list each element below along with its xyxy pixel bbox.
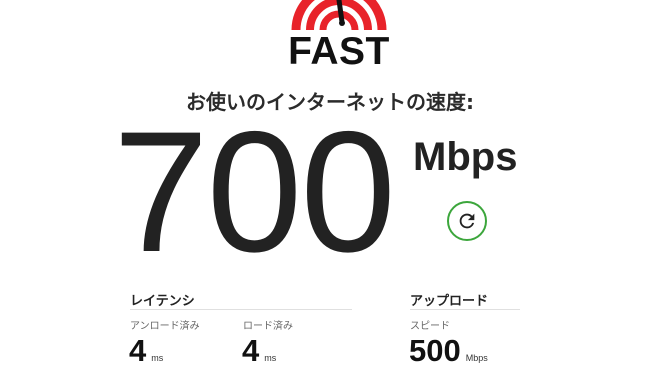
upload-speed-unit: Mbps xyxy=(465,353,488,363)
upload-speed-value: 500 xyxy=(409,333,461,368)
loaded-latency-metric: 4 ms xyxy=(242,333,276,369)
refresh-button[interactable] xyxy=(447,201,487,241)
latency-divider xyxy=(130,309,352,310)
upload-divider xyxy=(410,309,520,310)
loaded-latency-value: 4 xyxy=(242,333,260,368)
loaded-latency-label: ロード済み xyxy=(243,321,293,332)
unloaded-latency-value: 4 xyxy=(129,333,147,368)
speed-unit: Mbps xyxy=(413,135,518,179)
logo-text: FAST xyxy=(288,30,390,73)
latency-title: レイテンシ xyxy=(130,294,195,309)
loaded-latency-unit: ms xyxy=(264,353,277,363)
unloaded-latency-label: アンロード済み xyxy=(130,321,200,332)
unloaded-latency-unit: ms xyxy=(151,353,164,363)
unloaded-latency-metric: 4 ms xyxy=(129,333,163,369)
upload-speed-label: スピード xyxy=(410,321,450,332)
upload-speed-metric: 500 Mbps xyxy=(409,333,488,369)
refresh-icon xyxy=(459,213,475,229)
speed-value: 700 xyxy=(113,96,396,288)
upload-title: アップロード xyxy=(410,294,489,309)
